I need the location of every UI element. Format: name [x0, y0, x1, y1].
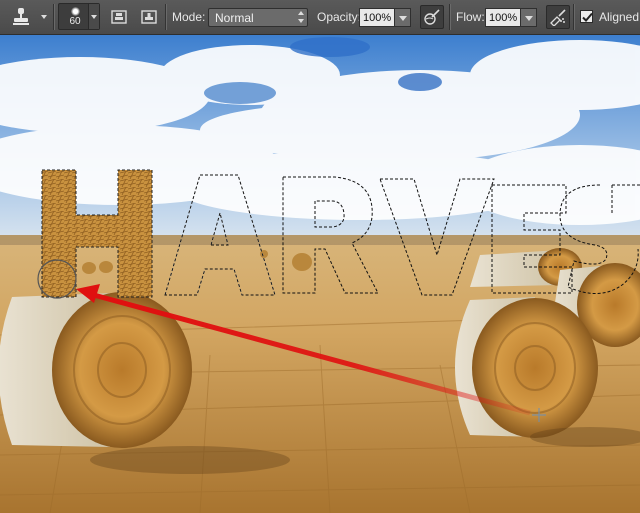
- flow-slider-toggle[interactable]: [521, 8, 537, 27]
- flow-input[interactable]: 100%: [485, 8, 521, 27]
- brush-tip-icon: [71, 7, 80, 16]
- blend-mode-select[interactable]: Normal: [208, 8, 308, 27]
- toggle-brush-panel-button[interactable]: [138, 6, 160, 28]
- opacity-label: Opacity:: [317, 10, 362, 24]
- brush-dropdown-toggle[interactable]: [88, 4, 99, 29]
- brush-panel-icon: [141, 10, 157, 24]
- blend-mode-value: Normal: [215, 11, 254, 25]
- clouds: [0, 40, 640, 225]
- brush-size-value: 60: [69, 16, 81, 27]
- divider: [573, 4, 574, 30]
- tool-preset-picker[interactable]: [4, 4, 50, 30]
- aligned-checkbox[interactable]: [580, 10, 593, 23]
- opacity-input[interactable]: 100%: [359, 8, 395, 27]
- toggle-clone-source-panel-button[interactable]: [108, 6, 130, 28]
- airbrush-button[interactable]: [546, 5, 570, 29]
- bale-right-front: [455, 297, 598, 438]
- divider: [53, 4, 54, 30]
- divider: [449, 4, 450, 30]
- airbrush-icon: [550, 9, 566, 26]
- mode-label: Mode:: [172, 10, 206, 24]
- pressure-opacity-button[interactable]: [420, 5, 444, 29]
- document-canvas[interactable]: [0, 35, 640, 513]
- options-bar: 60 Mode: Normal Opacity: 100% Flow: 100%: [0, 0, 640, 35]
- clone-stamp-icon: [13, 8, 29, 25]
- chevron-down-icon: [41, 15, 47, 19]
- select-spinner-icon: [298, 11, 304, 23]
- clone-source-panel-icon: [111, 10, 127, 24]
- pressure-opacity-icon: [424, 9, 440, 25]
- aligned-label: Aligned: [599, 10, 640, 24]
- brush-preset-picker[interactable]: 60: [58, 3, 100, 30]
- divider: [165, 4, 166, 30]
- harvest-photo: [0, 35, 640, 513]
- checkmark-icon: [582, 12, 593, 22]
- flow-label: Flow:: [456, 10, 485, 24]
- opacity-slider-toggle[interactable]: [395, 8, 411, 27]
